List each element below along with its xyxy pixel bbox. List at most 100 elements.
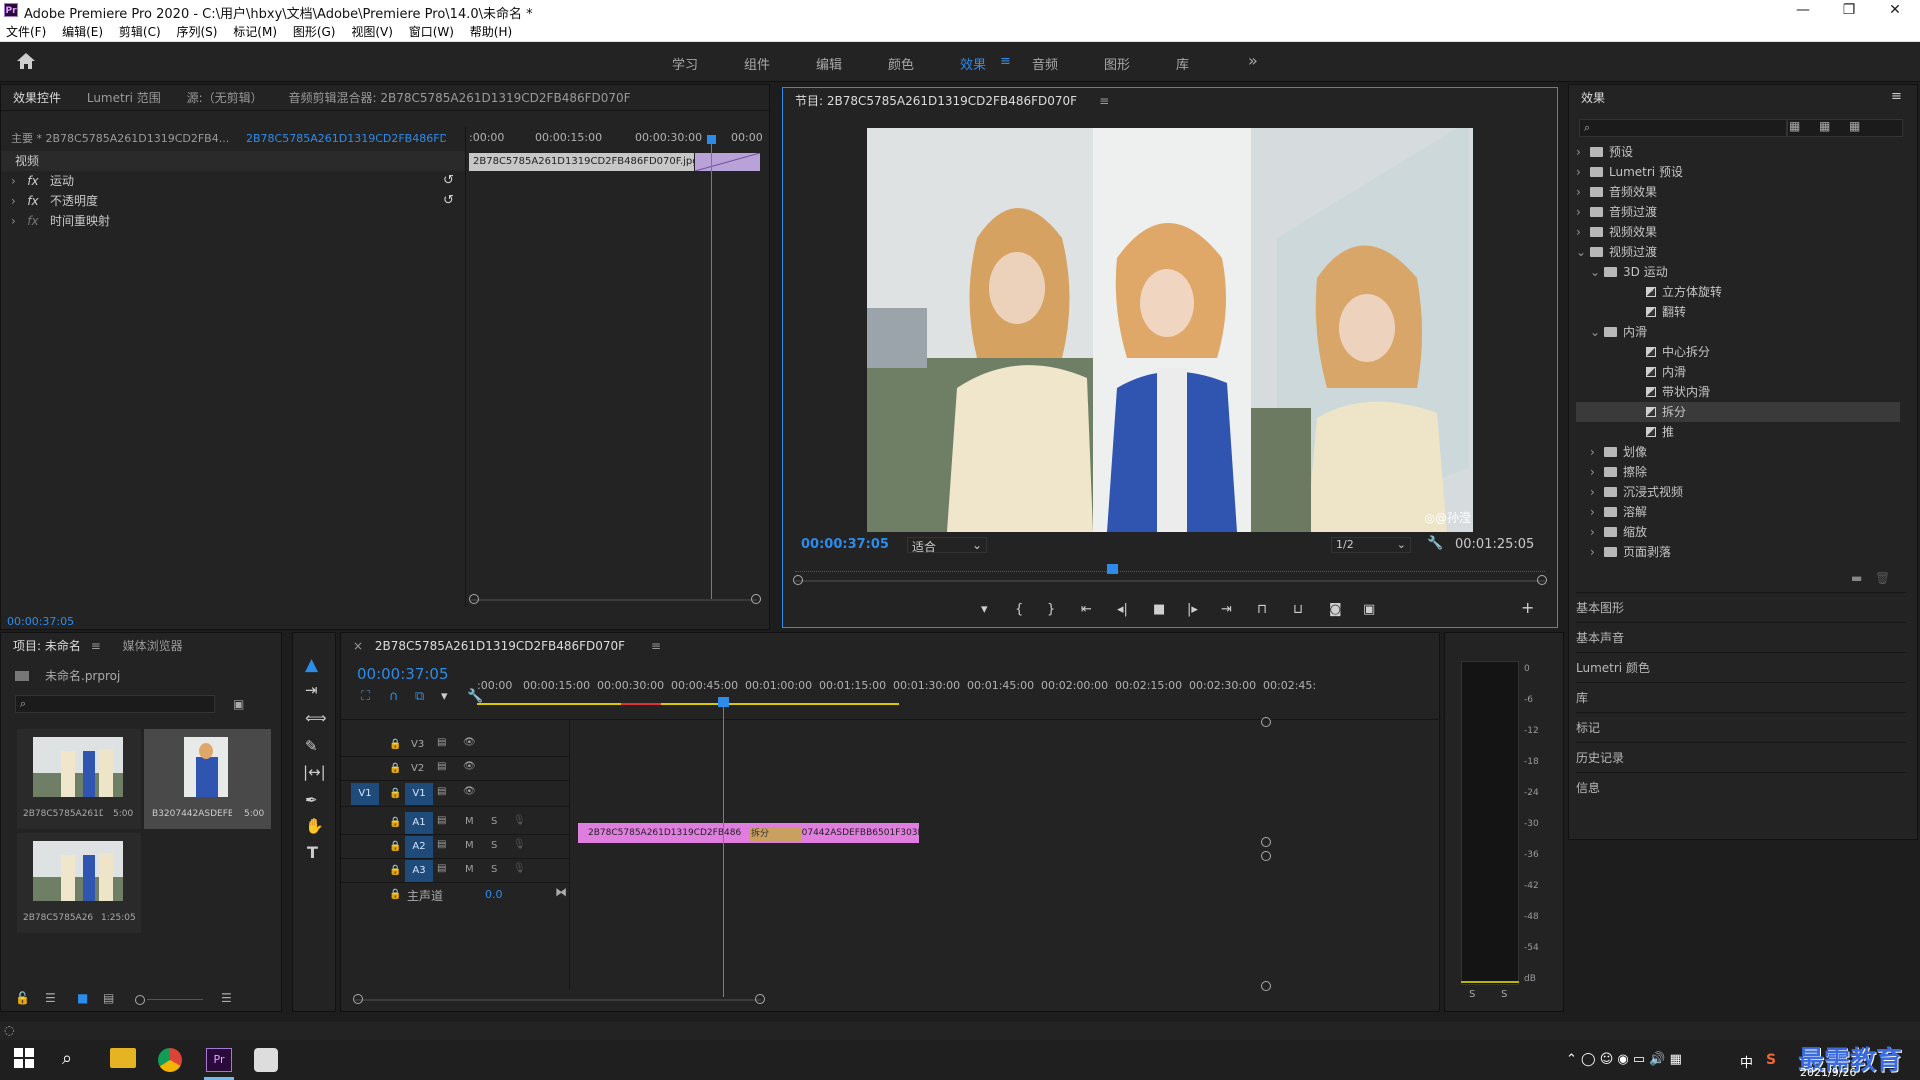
- effects-tree-item[interactable]: › 页面剥落: [1576, 542, 1900, 562]
- ec-zoom-handle-left[interactable]: [469, 594, 479, 604]
- expand-arrow-icon[interactable]: ›: [1576, 162, 1590, 182]
- workspace-effects[interactable]: 效果: [960, 54, 986, 73]
- thumbnail-size-slider-handle[interactable]: [135, 995, 145, 1005]
- tab-source[interactable]: 源:（无剪辑）: [187, 91, 263, 105]
- minimize-button[interactable]: —: [1780, 0, 1826, 22]
- sync-lock-icon[interactable]: ▤: [437, 737, 446, 748]
- microphone-icon[interactable]: 🎙: [513, 839, 526, 850]
- effects-tree-item[interactable]: 内滑: [1576, 362, 1900, 382]
- lock-icon[interactable]: 🔒: [389, 788, 401, 799]
- track-label-a1[interactable]: A1: [405, 812, 433, 834]
- microphone-icon[interactable]: 🎙: [513, 863, 526, 874]
- effects-tree-item[interactable]: › 擦除: [1576, 462, 1900, 482]
- project-item[interactable]: 2B78C5785A26... 1:25:05: [17, 833, 141, 933]
- expand-arrow-icon[interactable]: ⌄: [1590, 322, 1604, 342]
- premiere-taskbar-icon[interactable]: Pr: [206, 1048, 232, 1072]
- prop-motion[interactable]: › fx 运动: [11, 171, 74, 191]
- workspace-editing[interactable]: 编辑: [816, 54, 842, 73]
- reset-opacity-icon[interactable]: ↺: [443, 193, 454, 208]
- v-scroll-handle[interactable]: [1261, 837, 1271, 847]
- search-icon[interactable]: ⌕: [62, 1048, 88, 1072]
- close-button[interactable]: ✕: [1872, 0, 1918, 22]
- timeline-playhead-handle[interactable]: [718, 697, 729, 707]
- prop-opacity[interactable]: › fx 不透明度: [11, 191, 98, 211]
- prop-time-remap[interactable]: › fx 时间重映射: [11, 211, 110, 231]
- collapsed-panel-tab[interactable]: 标记: [1576, 712, 1906, 742]
- expand-arrow-icon[interactable]: ›: [1590, 502, 1604, 522]
- effects-tree-item[interactable]: › 缩放: [1576, 522, 1900, 542]
- more-workspaces-icon[interactable]: »: [1248, 51, 1258, 70]
- menu-help[interactable]: 帮助(H): [464, 22, 518, 42]
- resolution-dropdown[interactable]: 1/2 ⌄: [1331, 537, 1411, 553]
- program-monitor-title[interactable]: 节目: 2B78C5785A261D1319CD2FB486FD070F: [795, 94, 1077, 108]
- workspace-libraries[interactable]: 库: [1176, 54, 1189, 73]
- file-explorer-icon[interactable]: [110, 1048, 136, 1068]
- collapsed-panel-tab[interactable]: 基本图形: [1576, 592, 1906, 622]
- go-to-out-icon[interactable]: ⇥: [1221, 602, 1232, 617]
- selection-tool-icon[interactable]: ▲: [305, 655, 318, 675]
- project-item[interactable]: B3207442ASDEFB... 5:00: [144, 729, 271, 829]
- effects-tree-item[interactable]: ⌄ 视频过渡: [1576, 242, 1900, 262]
- expand-arrow-icon[interactable]: ›: [1576, 182, 1590, 202]
- zoom-handle-right[interactable]: [1537, 575, 1547, 585]
- effects-tree-item[interactable]: › Lumetri 预设: [1576, 162, 1900, 182]
- solo-right-button[interactable]: S: [1501, 989, 1507, 1000]
- list-view-icon[interactable]: ☰: [45, 991, 56, 1005]
- add-marker-icon[interactable]: ▾: [441, 689, 448, 704]
- tab-audio-clip-mixer[interactable]: 音频剪辑混合器: 2B78C5785A261D1319CD2FB486FD070…: [289, 91, 631, 105]
- expand-arrow-icon[interactable]: ›: [1576, 202, 1590, 222]
- app-icon[interactable]: [254, 1048, 278, 1072]
- freeform-view-icon[interactable]: ▤: [103, 991, 114, 1005]
- eye-icon[interactable]: 👁: [463, 761, 476, 772]
- sogou-icon[interactable]: S: [1766, 1052, 1776, 1068]
- effects-tree-item[interactable]: › 视频效果: [1576, 222, 1900, 242]
- effects-tree-item[interactable]: 中心拆分: [1576, 342, 1900, 362]
- wrench-icon[interactable]: 🔧: [1427, 536, 1443, 551]
- effects-tree-item[interactable]: ⌄ 3D 运动: [1576, 262, 1900, 282]
- track-label-v1[interactable]: V1: [405, 783, 433, 805]
- effects-tree-item[interactable]: ⌄ 内滑: [1576, 322, 1900, 342]
- mark-out-icon[interactable]: }: [1047, 602, 1055, 617]
- track-select-tool-icon[interactable]: ⇥: [305, 681, 318, 699]
- add-button-icon[interactable]: +: [1521, 598, 1534, 617]
- hand-tool-icon[interactable]: ✋: [305, 817, 324, 835]
- timeline-zoom-bar[interactable]: [355, 999, 761, 1001]
- timeline-zoom-left[interactable]: [353, 994, 363, 1004]
- menu-clip[interactable]: 剪辑(C): [113, 22, 167, 42]
- effects-tree-item[interactable]: 拆分: [1576, 402, 1900, 422]
- sequence-clip-label[interactable]: 2B78C5785A261D1319CD2FB486FD...: [246, 129, 446, 149]
- expand-arrow-icon[interactable]: ⌄: [1576, 242, 1590, 262]
- lock-icon[interactable]: 🔒: [389, 817, 401, 828]
- mark-in-icon[interactable]: {: [1015, 602, 1023, 617]
- yuv-effects-icon[interactable]: ▦: [1849, 119, 1860, 133]
- export-frame-icon[interactable]: ◙: [1329, 602, 1342, 617]
- nest-icon[interactable]: ⛶: [361, 689, 370, 704]
- eye-icon[interactable]: 👁: [463, 737, 476, 748]
- tab-sequence[interactable]: 2B78C5785A261D1319CD2FB486FD070F: [375, 639, 625, 653]
- mute-button[interactable]: M: [465, 864, 474, 875]
- lock-icon[interactable]: 🔒: [389, 763, 401, 774]
- tab-media-browser[interactable]: 媒体浏览器: [123, 639, 183, 653]
- solo-button[interactable]: S: [491, 816, 497, 827]
- program-playhead[interactable]: [1107, 564, 1118, 574]
- ec-clip-bar[interactable]: 2B78C5785A261D1319CD2FB486FD070F.jpg: [469, 153, 694, 171]
- lock-icon[interactable]: 🔒: [389, 865, 401, 876]
- effects-tree-item[interactable]: › 音频过渡: [1576, 202, 1900, 222]
- a-scroll-handle[interactable]: [1261, 981, 1271, 991]
- type-tool-icon[interactable]: T: [307, 843, 318, 862]
- collapsed-panel-tab[interactable]: Lumetri 颜色: [1576, 652, 1906, 682]
- new-bin-icon[interactable]: ▬: [1851, 571, 1862, 585]
- lock-icon[interactable]: 🔒: [389, 889, 401, 900]
- effects-panel-title[interactable]: 效果: [1581, 91, 1605, 105]
- menu-sequence[interactable]: 序列(S): [170, 22, 223, 42]
- linked-selection-icon[interactable]: ⧉: [415, 689, 424, 704]
- ec-transition-bar[interactable]: [694, 152, 761, 172]
- tab-project[interactable]: 项目: 未命名: [13, 639, 81, 653]
- effects-tree-item[interactable]: 带状内滑: [1576, 382, 1900, 402]
- delete-icon[interactable]: 🗑: [1875, 571, 1890, 585]
- sync-lock-icon[interactable]: ▤: [437, 815, 446, 826]
- stop-icon[interactable]: ■: [1153, 602, 1165, 617]
- panel-menu-icon[interactable]: ≡: [1099, 94, 1109, 108]
- ec-zoom-bar[interactable]: [471, 599, 757, 601]
- solo-button[interactable]: S: [491, 840, 497, 851]
